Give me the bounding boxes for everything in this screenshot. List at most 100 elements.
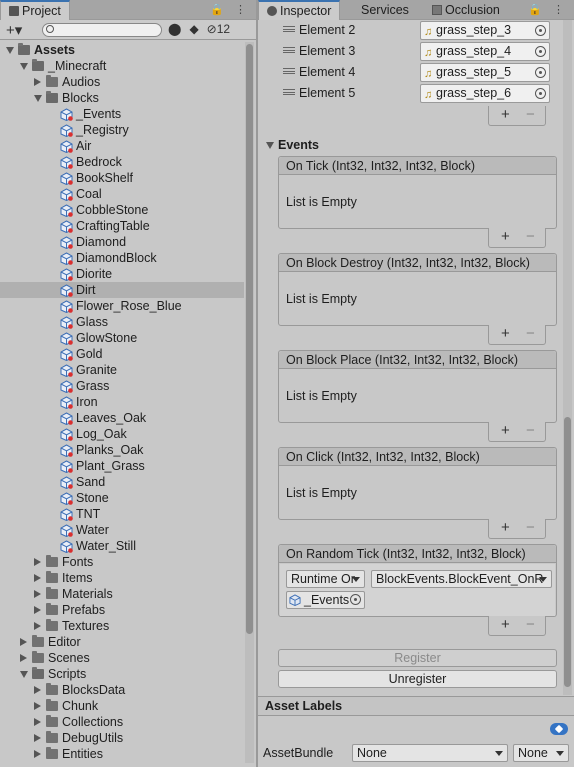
expand-arrow-open-icon[interactable] (34, 95, 42, 102)
drag-handle-icon[interactable] (283, 26, 295, 32)
remove-listener-button[interactable]: − (526, 325, 535, 342)
tree-folder[interactable]: Items (0, 570, 244, 586)
tree-folder[interactable]: Audios (0, 74, 244, 90)
asset-labels-header[interactable]: Asset Labels (258, 696, 574, 716)
tree-asset[interactable]: CobbleStone (0, 202, 244, 218)
add-listener-button[interactable]: + (501, 422, 510, 439)
events-foldout-arrow[interactable] (266, 142, 274, 149)
inspector-tab-menu-buttons[interactable]: 🔒 ⋮ (528, 3, 568, 16)
tab-occlusion[interactable]: Occlusion (424, 0, 508, 20)
tree-folder[interactable]: DebugUtils (0, 730, 244, 746)
remove-listener-button[interactable]: − (526, 228, 535, 245)
tree-asset[interactable]: Diorite (0, 266, 244, 282)
tree-asset[interactable]: Grass (0, 378, 244, 394)
tab-project[interactable]: Project (0, 0, 70, 20)
drag-handle-icon[interactable] (283, 89, 295, 95)
asset-variant-dropdown[interactable]: None (513, 744, 569, 762)
tree-asset[interactable]: Iron (0, 394, 244, 410)
add-element-button[interactable]: + (501, 106, 510, 123)
audio-clip-field[interactable]: ♫ grass_step_3 (420, 21, 550, 40)
tab-inspector[interactable]: Inspector (258, 0, 341, 20)
tree-asset[interactable]: _Events (0, 106, 244, 122)
expand-arrow-closed-icon[interactable] (34, 590, 41, 598)
tree-asset[interactable]: Coal (0, 186, 244, 202)
tree-folder[interactable]: Entities (0, 746, 244, 762)
target-object-field[interactable]: _Events (286, 591, 365, 609)
asset-bundle-dropdown[interactable]: None (352, 744, 508, 762)
tree-folder[interactable]: Chunk (0, 698, 244, 714)
tree-folder[interactable]: Materials (0, 586, 244, 602)
asset-label-icon[interactable] (550, 723, 568, 735)
expand-arrow-closed-icon[interactable] (34, 734, 41, 742)
expand-arrow-closed-icon[interactable] (34, 718, 41, 726)
object-picker-icon[interactable] (535, 25, 546, 36)
project-scrollbar[interactable] (245, 42, 254, 763)
tree-asset[interactable]: Water_Still (0, 538, 244, 554)
tree-asset[interactable]: Plant_Grass (0, 458, 244, 474)
function-dropdown[interactable]: BlockEvents.BlockEvent_OnR (371, 570, 552, 588)
tree-asset[interactable]: _Registry (0, 122, 244, 138)
tree-folder[interactable]: Assets (0, 42, 244, 58)
tree-asset[interactable]: Diamond (0, 234, 244, 250)
inspector-scrollbar-thumb[interactable] (564, 417, 571, 687)
tree-asset[interactable]: Gold (0, 346, 244, 362)
expand-arrow-closed-icon[interactable] (20, 638, 27, 646)
events-header[interactable]: Events (278, 138, 319, 152)
tree-asset[interactable]: TNT (0, 506, 244, 522)
hidden-packages-icon[interactable]: ⊘12 (207, 22, 238, 36)
expand-arrow-open-icon[interactable] (6, 47, 14, 54)
tree-folder[interactable]: Fonts (0, 554, 244, 570)
tree-asset[interactable]: Water (0, 522, 244, 538)
tree-asset[interactable]: Log_Oak (0, 426, 244, 442)
tree-asset[interactable]: Air (0, 138, 244, 154)
expand-arrow-closed-icon[interactable] (34, 78, 41, 86)
tree-asset[interactable]: Dirt (0, 282, 244, 298)
expand-arrow-closed-icon[interactable] (34, 574, 41, 582)
runtime-mode-dropdown[interactable]: Runtime Or (286, 570, 365, 588)
tree-asset[interactable]: Stone (0, 490, 244, 506)
tree-asset[interactable]: Sand (0, 474, 244, 490)
expand-arrow-closed-icon[interactable] (34, 606, 41, 614)
object-picker-icon[interactable] (350, 594, 361, 605)
project-scrollbar-thumb[interactable] (246, 44, 253, 634)
tree-folder[interactable]: Blocks (0, 90, 244, 106)
add-listener-button[interactable]: + (501, 616, 510, 633)
tree-folder[interactable]: Scripts (0, 666, 244, 682)
audio-clip-field[interactable]: ♫ grass_step_5 (420, 63, 550, 82)
tree-folder[interactable]: Textures (0, 618, 244, 634)
add-listener-button[interactable]: + (501, 228, 510, 245)
object-picker-icon[interactable] (535, 88, 546, 99)
object-picker-icon[interactable] (535, 46, 546, 57)
register-button[interactable]: Register (278, 649, 557, 667)
expand-arrow-closed-icon[interactable] (34, 702, 41, 710)
drag-handle-icon[interactable] (283, 68, 295, 74)
add-listener-button[interactable]: + (501, 325, 510, 342)
inspector-scrollbar[interactable] (563, 20, 572, 695)
tree-folder[interactable]: Prefabs (0, 602, 244, 618)
tree-folder[interactable]: BlocksData (0, 682, 244, 698)
tree-asset[interactable]: CraftingTable (0, 218, 244, 234)
audio-clip-field[interactable]: ♫ grass_step_4 (420, 42, 550, 61)
remove-listener-button[interactable]: − (526, 422, 535, 439)
expand-arrow-closed-icon[interactable] (34, 558, 41, 566)
audio-clip-field[interactable]: ♫ grass_step_6 (420, 84, 550, 103)
search-input[interactable] (42, 23, 162, 37)
tab-menu-buttons[interactable]: 🔒 ⋮ (210, 3, 250, 16)
expand-arrow-closed-icon[interactable] (20, 654, 27, 662)
tree-asset[interactable]: Planks_Oak (0, 442, 244, 458)
tree-asset[interactable]: GlowStone (0, 330, 244, 346)
unregister-button[interactable]: Unregister (278, 670, 557, 688)
tree-folder[interactable]: Collections (0, 714, 244, 730)
remove-listener-button[interactable]: − (526, 519, 535, 536)
remove-listener-button[interactable]: − (526, 616, 535, 633)
create-button[interactable]: +▾ (6, 21, 22, 39)
tree-asset[interactable]: DiamondBlock (0, 250, 244, 266)
tab-services[interactable]: Services (353, 0, 417, 20)
tree-asset[interactable]: BookShelf (0, 170, 244, 186)
expand-arrow-closed-icon[interactable] (34, 686, 41, 694)
expand-arrow-closed-icon[interactable] (34, 750, 41, 758)
filter-by-label-icon[interactable]: ◆ (189, 22, 198, 36)
tree-asset[interactable]: Granite (0, 362, 244, 378)
filter-by-type-icon[interactable]: ⬤ (168, 22, 181, 36)
tree-folder[interactable]: _Minecraft (0, 58, 244, 74)
